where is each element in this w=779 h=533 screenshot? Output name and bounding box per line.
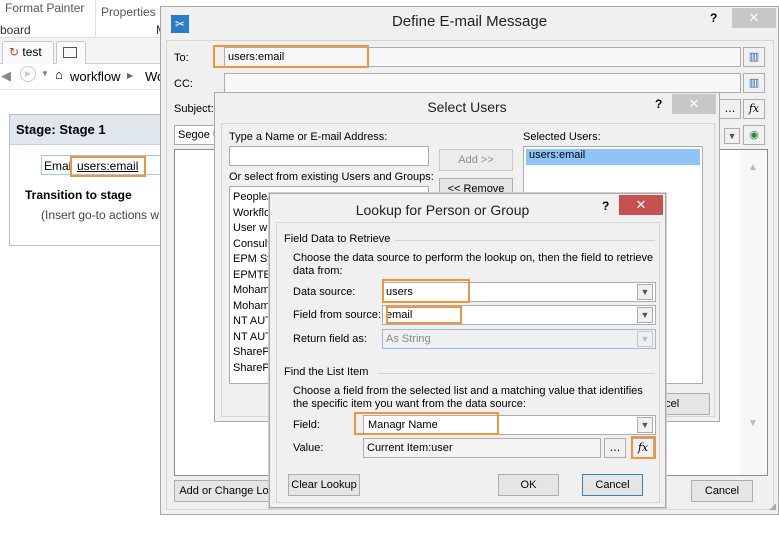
value-label: Value: [293, 442, 324, 454]
hyperlink-globe-icon[interactable]: ◉ [743, 125, 765, 145]
dialog-title: Select Users [427, 99, 507, 115]
cc-address-book-icon[interactable]: ▥ [743, 73, 765, 93]
tab-test[interactable]: ↻ test [2, 41, 54, 64]
data-source-select[interactable]: users [382, 282, 656, 302]
stage-title: Stage: Stage 1 [10, 115, 168, 145]
section-divider [395, 240, 655, 241]
breadcrumb-bar: ◀ ▶ ▼ ⌂ workflow ▶ Wo [0, 64, 165, 90]
help-button[interactable]: ? [655, 97, 662, 111]
chevron-down-icon: ▼ [637, 331, 653, 347]
field-label: Field: [293, 419, 320, 431]
subject-ellipsis-button[interactable]: ... [719, 99, 741, 119]
transition-heading: Transition to stage [25, 188, 132, 202]
resize-grip-icon[interactable]: ◢ [769, 501, 776, 512]
ok-button[interactable]: OK [498, 474, 559, 496]
ribbon-divider [95, 0, 96, 36]
close-button[interactable]: ✕ [672, 94, 716, 114]
section-find-list-item-title: Find the List Item [284, 366, 369, 378]
email-cancel-button[interactable]: Cancel [691, 480, 753, 502]
new-tab-button[interactable] [56, 41, 86, 64]
return-field-select: As String [382, 329, 656, 349]
history-dropdown-icon[interactable]: ▼ [41, 69, 49, 78]
field-from-source-select[interactable]: email [382, 305, 656, 325]
clipboard-group-label: board [0, 23, 31, 37]
new-tab-icon [63, 47, 77, 58]
scroll-down-icon[interactable]: ▼ [748, 418, 758, 429]
chevron-down-icon[interactable]: ▼ [637, 417, 653, 433]
subject-fx-button[interactable]: fx [743, 99, 765, 119]
subject-label: Subject: [174, 103, 214, 115]
breadcrumb-separator-icon: ▶ [127, 71, 134, 80]
return-field-label: Return field as: [293, 333, 367, 345]
cc-field[interactable] [224, 73, 741, 93]
clear-lookup-button[interactable]: Clear Lookup [288, 474, 360, 496]
home-icon: ⌂ [55, 67, 63, 82]
tab-label: test [22, 45, 42, 59]
value-field[interactable]: Current Item:user [363, 438, 601, 458]
format-painter-button[interactable]: Format Painter [5, 1, 84, 15]
action-prefix: Emai [44, 159, 72, 173]
close-button[interactable]: ✕ [732, 8, 776, 28]
cc-label: CC: [174, 78, 193, 90]
type-name-label: Type a Name or E-mail Address: [229, 131, 388, 143]
data-source-label: Data source: [293, 286, 356, 298]
workflow-icon: ↻ [9, 45, 20, 59]
value-ellipsis-button[interactable]: ... [604, 438, 626, 458]
field-from-source-label: Field from source: [293, 309, 382, 321]
dialog-title: Define E-mail Message [391, 13, 548, 30]
field-select[interactable]: Managr Name [363, 415, 656, 435]
selected-list-item[interactable]: users:email [526, 149, 700, 165]
selected-users-label: Selected Users: [523, 131, 601, 143]
section-find-list-item-description: Choose a field from the selected list an… [293, 385, 643, 410]
add-button[interactable]: Add >> [439, 149, 513, 171]
scroll-up-icon[interactable]: ▲ [748, 162, 758, 173]
action-value-link[interactable]: users:email [77, 159, 138, 173]
help-button[interactable]: ? [602, 199, 609, 213]
stage-panel: Stage: Stage 1 Emai users:email Transiti… [9, 114, 181, 246]
to-label: To: [174, 52, 189, 64]
help-button[interactable]: ? [710, 11, 717, 25]
section-divider [378, 373, 655, 374]
properties-button[interactable]: Properties [101, 5, 156, 19]
breadcrumb-workflow[interactable]: workflow [70, 69, 121, 84]
lookup-cancel-button[interactable]: Cancel [582, 474, 643, 496]
section-field-data-title: Field Data to Retrieve [284, 233, 391, 245]
chevron-down-icon[interactable]: ▼ [637, 307, 653, 323]
chevron-down-icon[interactable]: ▼ [637, 284, 653, 300]
close-button[interactable]: ✕ [619, 195, 663, 215]
value-fx-button[interactable]: fx [632, 438, 654, 458]
section-field-data-description: Choose the data source to perform the lo… [293, 252, 654, 277]
transition-hint: (Insert go-to actions w [41, 208, 160, 222]
add-change-lookup-button[interactable]: Add or Change Lo [174, 480, 274, 502]
body-scrollbar[interactable]: ▲ ▼ [740, 150, 767, 475]
forward-icon[interactable]: ▶ [20, 66, 36, 82]
chevron-down-icon[interactable]: ▼ [724, 128, 740, 144]
document-tabs: ↻ test [0, 38, 165, 64]
lookup-dialog: Lookup for Person or Group ? ✕ Field Dat… [269, 193, 666, 508]
name-input[interactable] [229, 146, 429, 166]
to-field[interactable]: users:email [224, 47, 741, 67]
back-icon[interactable]: ◀ [1, 68, 11, 84]
address-book-icon[interactable]: ▥ [743, 47, 765, 67]
existing-label: Or select from existing Users and Groups… [229, 171, 434, 183]
